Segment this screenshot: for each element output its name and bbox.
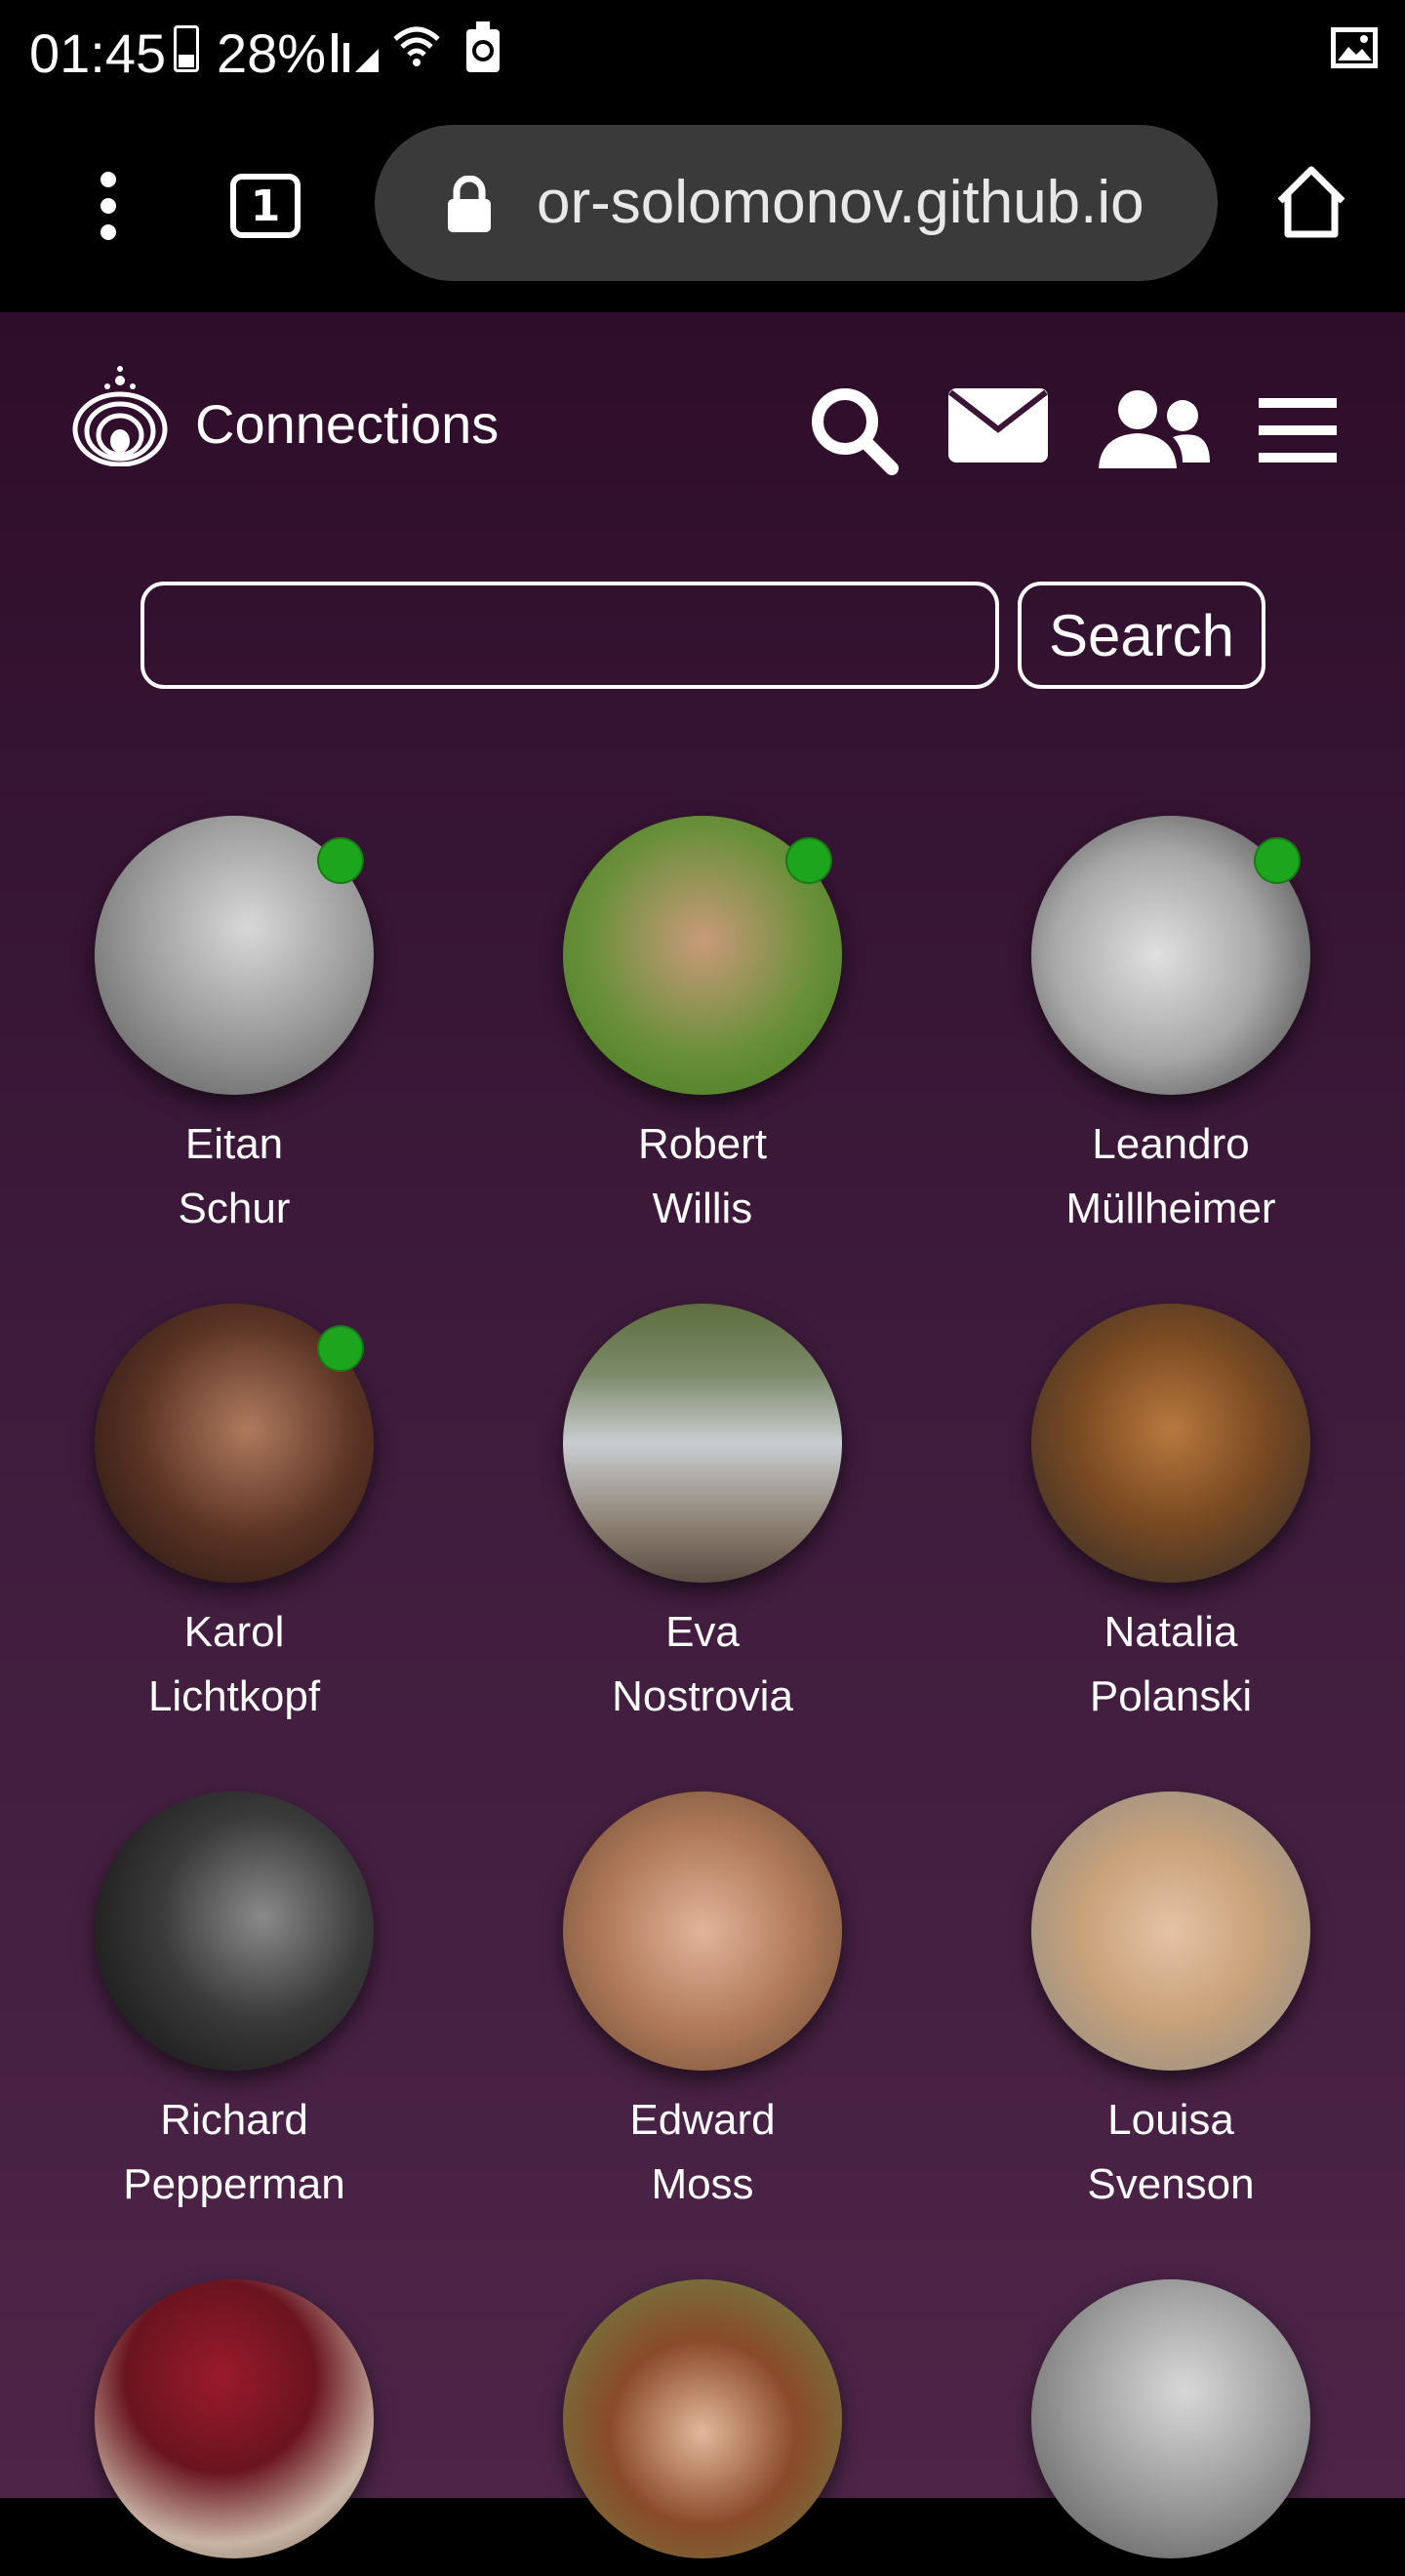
recycle-icon [466,21,500,72]
contact-name[interactable]: Eva Nostrovia [527,1600,878,1729]
signal-icon [332,33,379,72]
contact-card[interactable]: Robert Willis [527,816,878,1241]
avatar[interactable] [95,1304,374,1583]
search-input[interactable] [140,582,999,689]
contact-name[interactable]: Edward Moss [527,2088,878,2217]
avatar[interactable] [563,1791,842,2071]
contact-card[interactable]: Natalia Polanski [995,1304,1346,1729]
wifi-icon [393,26,440,66]
tab-switcher-button[interactable]: 1 [230,174,301,238]
status-bar: 01:45 28% [0,0,1405,98]
envelope-icon[interactable] [946,386,1050,464]
avatar[interactable] [563,1304,842,1583]
contact-name[interactable]: Richard Pepperman [59,2088,410,2217]
online-status-indicator [1254,837,1301,884]
contact-name[interactable]: Robert Willis [527,1112,878,1241]
contact-card[interactable] [59,2279,410,2576]
avatar[interactable] [95,1791,374,2071]
battery-icon [174,25,199,72]
online-status-indicator [785,837,832,884]
avatar[interactable] [563,2279,842,2558]
online-status-indicator [317,837,364,884]
contact-card[interactable]: Karol Lichtkopf [59,1304,410,1729]
contact-card[interactable] [527,2279,878,2576]
app-content: Connections Search Eitan Schur Robert Wi… [0,312,1405,2558]
home-icon[interactable] [1274,164,1348,238]
contact-card[interactable]: Richard Pepperman [59,1791,410,2217]
avatar[interactable] [95,816,374,1095]
avatar[interactable] [1031,816,1310,1095]
avatar[interactable] [1031,1304,1310,1583]
image-icon [1331,27,1378,68]
online-status-indicator [317,1325,364,1372]
contact-card[interactable] [995,2279,1346,2576]
tab-count: 1 [250,181,281,231]
browser-toolbar: 1 or-solomonov.github.io [0,98,1405,312]
avatar[interactable] [1031,1791,1310,2071]
contact-name[interactable]: Karol Lichtkopf [59,1600,410,1729]
lock-icon [448,176,491,232]
contact-card[interactable]: Eitan Schur [59,816,410,1241]
menu-dots-icon[interactable] [96,172,121,240]
url-text: or-solomonov.github.io [537,169,1144,236]
contact-card[interactable]: Leandro Müllheimer [995,816,1346,1241]
contact-name[interactable]: Louisa Svenson [995,2088,1346,2217]
contact-name[interactable]: Leandro Müllheimer [995,1112,1346,1241]
contact-card[interactable]: Eva Nostrovia [527,1304,878,1729]
page-title: Connections [195,393,500,455]
logo-icon[interactable] [72,363,168,466]
avatar[interactable] [95,2279,374,2558]
battery-percent: 28% [217,22,327,84]
users-icon[interactable] [1097,388,1212,468]
contact-name[interactable]: Eitan Schur [59,1112,410,1241]
search-icon[interactable] [806,382,900,476]
contact-card[interactable]: Edward Moss [527,1791,878,2217]
avatar[interactable] [1031,2279,1310,2558]
clock: 01:45 [29,22,167,84]
address-bar[interactable]: or-solomonov.github.io [375,125,1218,281]
hamburger-menu-icon[interactable] [1259,396,1337,464]
contact-name[interactable]: Natalia Polanski [995,1600,1346,1729]
contact-card[interactable]: Louisa Svenson [995,1791,1346,2217]
avatar[interactable] [563,816,842,1095]
search-button[interactable]: Search [1018,582,1265,689]
